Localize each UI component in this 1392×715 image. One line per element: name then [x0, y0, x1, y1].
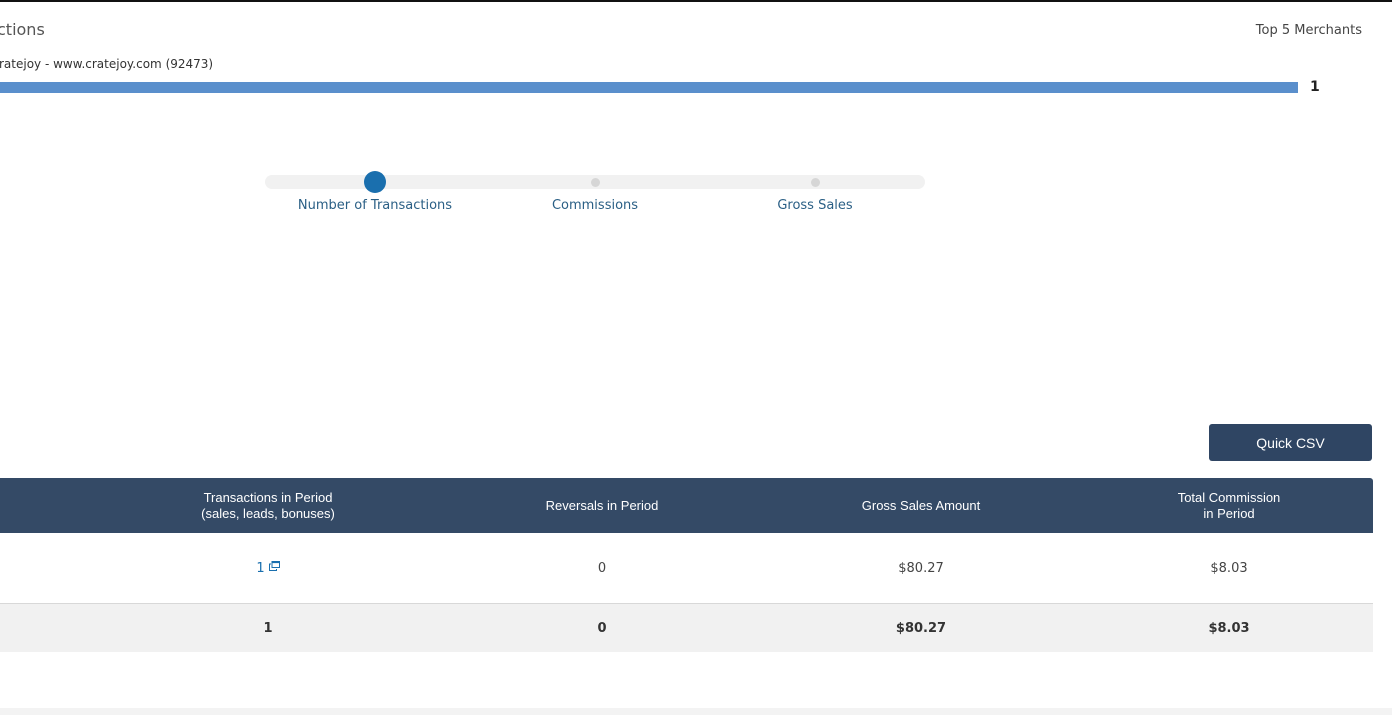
slider-label[interactable]: Number of Transactions: [265, 198, 485, 213]
slider-option-number-of-transactions[interactable]: Number of Transactions: [265, 171, 485, 222]
column-header-line: Transactions in Period: [203, 489, 333, 505]
slider-dot[interactable]: [810, 177, 820, 187]
report-page: ctions Top 5 Merchants ratejoy - www.cra…: [0, 0, 1392, 715]
column-header-line: Gross Sales Amount: [861, 497, 981, 513]
transactions-count[interactable]: 1: [256, 561, 264, 576]
top-merchants-label: Top 5 Merchants: [1255, 23, 1362, 38]
transactions-link[interactable]: 1: [256, 561, 280, 576]
table-row: 1 0 $80.27 $8.03: [0, 533, 1373, 604]
slider-label[interactable]: Gross Sales: [705, 198, 925, 213]
total-reversals: 0: [597, 620, 607, 636]
slider-dot[interactable]: [364, 171, 386, 193]
quick-csv-button[interactable]: Quick CSV: [1209, 424, 1372, 461]
column-header-commission[interactable]: Total Commission in Period: [1129, 478, 1329, 533]
footer-divider: [0, 708, 1392, 715]
slider-label[interactable]: Commissions: [485, 198, 705, 213]
total-commission: $8.03: [1208, 620, 1250, 636]
cell-gross-sales: $80.27: [898, 560, 944, 576]
slider-option-commissions[interactable]: Commissions: [485, 172, 705, 222]
slider-option-gross-sales[interactable]: Gross Sales: [705, 172, 925, 222]
total-transactions: 1: [263, 620, 273, 636]
column-header-reversals[interactable]: Reversals in Period: [502, 478, 702, 533]
column-header-transactions[interactable]: Transactions in Period (sales, leads, bo…: [168, 478, 368, 533]
column-header-gross-sales[interactable]: Gross Sales Amount: [821, 478, 1021, 533]
chart-title: ctions: [0, 20, 45, 39]
merchant-label: ratejoy - www.cratejoy.com (92473): [0, 57, 214, 71]
column-header-line: Total Commission: [1177, 489, 1281, 505]
cell-transactions: 1: [168, 533, 368, 603]
cell-commission: $8.03: [1210, 560, 1248, 576]
cell-reversals: 0: [597, 560, 607, 576]
total-gross-sales: $80.27: [895, 620, 947, 636]
merchant-bar-value: 1: [1310, 79, 1320, 95]
column-header-line: (sales, leads, bonuses): [201, 505, 335, 521]
column-header-line: Reversals in Period: [545, 497, 659, 513]
popout-icon[interactable]: [268, 561, 280, 571]
merchant-bar-track: [0, 82, 1298, 93]
summary-table: Transactions in Period (sales, leads, bo…: [0, 478, 1373, 652]
table-total-row: 1 0 $80.27 $8.03: [0, 604, 1373, 652]
column-header-line: in Period: [1203, 505, 1255, 521]
top-border: [0, 0, 1392, 2]
table-header: Transactions in Period (sales, leads, bo…: [0, 478, 1373, 533]
metric-slider[interactable]: Number of Transactions Commissions Gross…: [265, 171, 925, 222]
merchant-bar[interactable]: [0, 82, 1298, 93]
slider-dot[interactable]: [590, 177, 600, 187]
